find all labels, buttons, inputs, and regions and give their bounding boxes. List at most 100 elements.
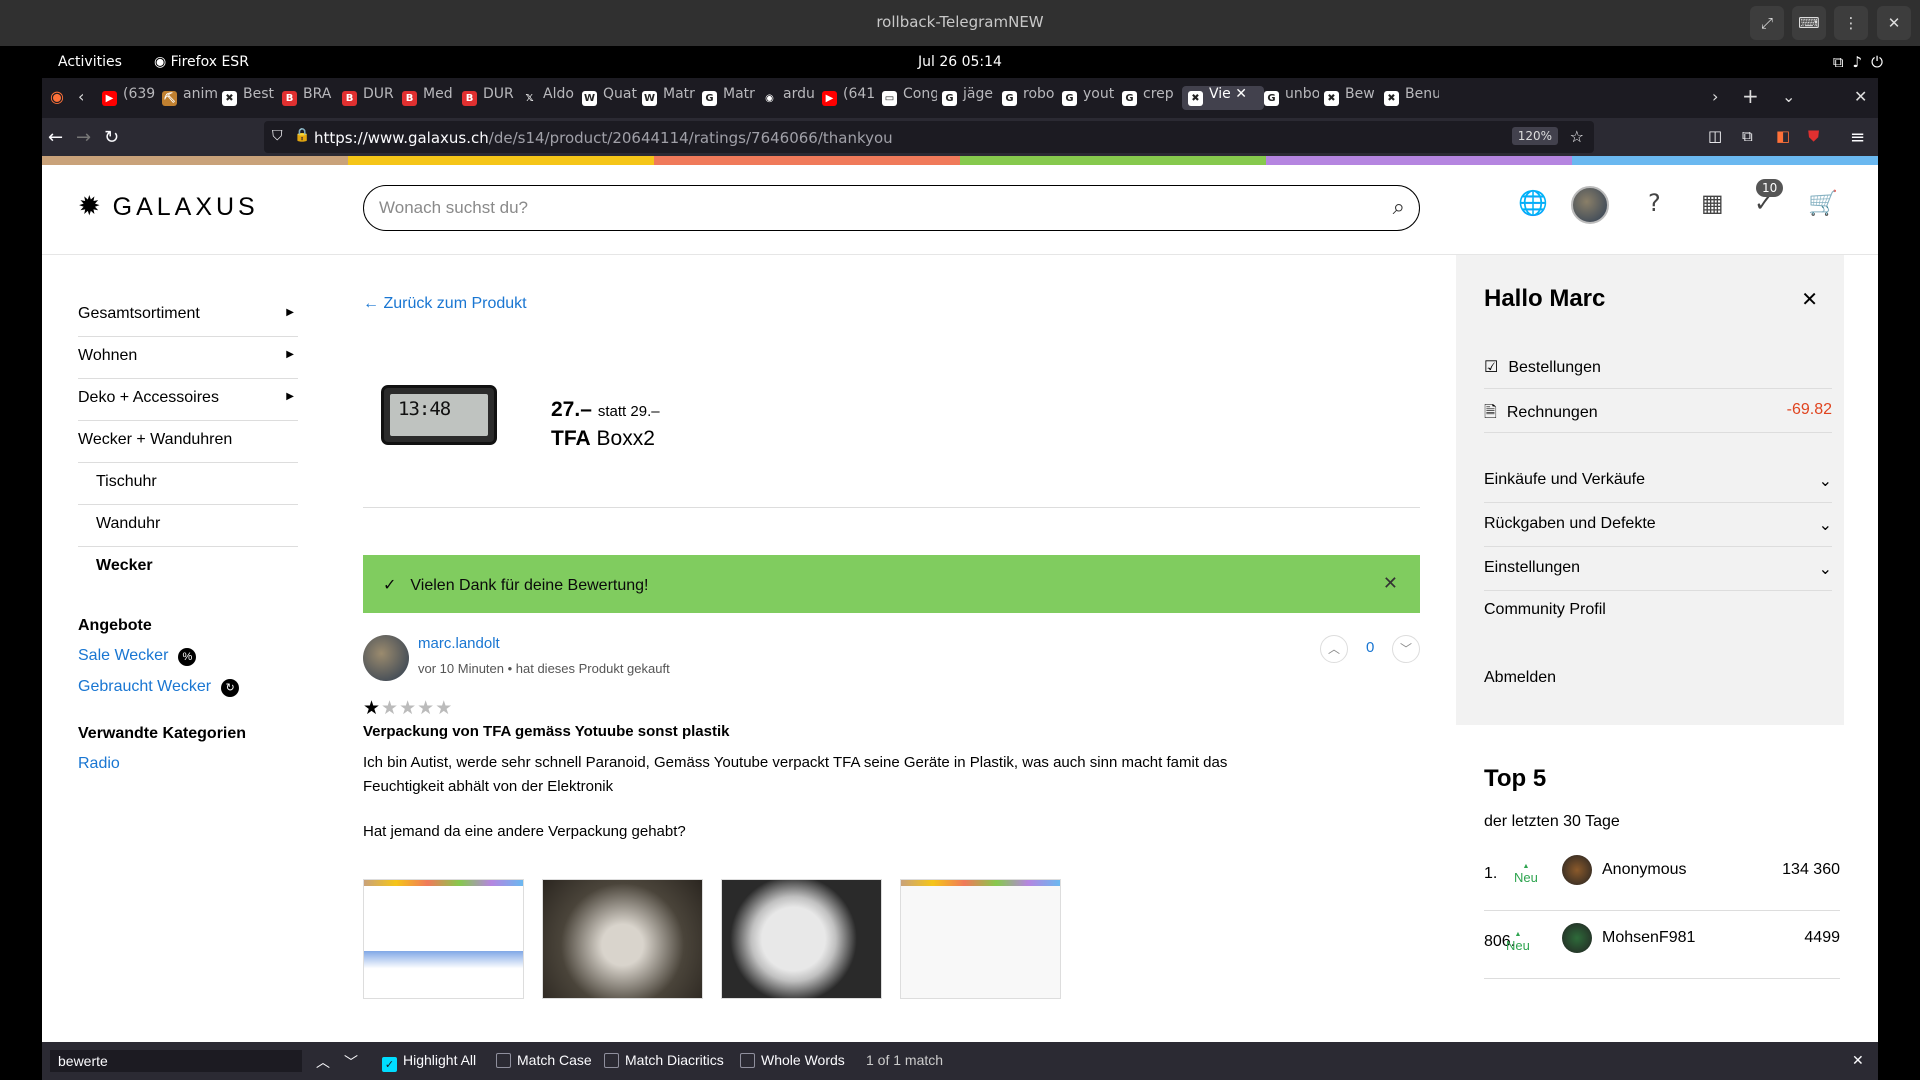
search-input[interactable]: Wonach suchst du? ⌕ bbox=[363, 185, 1420, 231]
tab-20[interactable]: ✖ Bew bbox=[1324, 86, 1379, 110]
tab-17[interactable]: Gcrep bbox=[1122, 86, 1177, 110]
product-image[interactable]: 13:48 bbox=[381, 385, 497, 445]
ublock-icon[interactable]: ⛊ bbox=[1808, 127, 1819, 145]
hamburger-menu-icon[interactable]: ≡ bbox=[1850, 127, 1865, 148]
sidebar-category[interactable]: Gesamtsortiment ▶ bbox=[78, 295, 298, 337]
review-image-3[interactable] bbox=[721, 879, 882, 999]
find-close-icon[interactable]: ✕ bbox=[1852, 1052, 1864, 1069]
zoom-level[interactable]: 120% bbox=[1511, 127, 1558, 145]
match-case-toggle[interactable]: Match Case bbox=[496, 1052, 592, 1068]
apps-grid-icon[interactable]: ▦ bbox=[1701, 189, 1724, 217]
downvote-icon[interactable]: ﹀ bbox=[1392, 635, 1420, 663]
url-bar[interactable]: ⛉ 🔒 https://www.galaxus.ch/de/s14/produc… bbox=[264, 121, 1594, 153]
offer-link-used[interactable]: Gebraucht Wecker ↻ bbox=[78, 678, 298, 697]
tab-0[interactable]: ▶ (639 bbox=[102, 86, 157, 110]
product-name[interactable]: TFA Boxx2 bbox=[551, 427, 655, 451]
search-icon[interactable]: ⌕ bbox=[1393, 194, 1405, 220]
offer-link-sale[interactable]: Sale Wecker% bbox=[78, 647, 298, 666]
banner-close-icon[interactable]: ✕ bbox=[1383, 573, 1398, 594]
tab-4[interactable]: B DUR bbox=[342, 86, 397, 110]
upvote-icon[interactable]: ︿ bbox=[1320, 635, 1348, 663]
new-tab-icon[interactable]: + bbox=[1742, 84, 1759, 108]
cart-icon[interactable]: 🛒 bbox=[1808, 189, 1838, 217]
tab-9[interactable]: W Matr bbox=[642, 86, 697, 110]
logout-link[interactable]: Abmelden bbox=[1484, 657, 1832, 701]
tab-5[interactable]: B Med bbox=[402, 86, 457, 110]
tab-21[interactable]: ✖ Benu bbox=[1384, 86, 1439, 110]
panel-section[interactable]: Rückgaben und Defekte ⌄ bbox=[1484, 503, 1832, 547]
forward-icon[interactable]: → bbox=[76, 127, 91, 148]
tab-scroll-left-icon[interactable]: ‹ bbox=[78, 87, 84, 106]
tab-18[interactable]: ✖ Vie ✕ bbox=[1182, 86, 1264, 110]
price-value: 27.– bbox=[551, 398, 592, 421]
fullscreen-icon[interactable]: ⤢ bbox=[1750, 6, 1784, 40]
tab-favicon-icon: B bbox=[462, 91, 477, 106]
tab-8[interactable]: W Quat bbox=[582, 86, 637, 110]
reload-icon[interactable]: ↻ bbox=[104, 127, 119, 148]
language-globe-icon[interactable]: 🌐 bbox=[1518, 189, 1548, 217]
pocket-icon[interactable]: ◫ bbox=[1708, 127, 1722, 145]
window-close-icon[interactable]: ✕ bbox=[1877, 6, 1911, 40]
sidebar-subcategory[interactable]: Wanduhr bbox=[78, 505, 298, 547]
keyboard-icon[interactable]: ⌨ bbox=[1792, 6, 1826, 40]
sidebar-category[interactable]: Wohnen ▶ bbox=[78, 337, 298, 379]
tab-16[interactable]: Gyout bbox=[1062, 86, 1117, 110]
firefox-view-icon[interactable]: ◉ bbox=[50, 87, 64, 106]
panel-section[interactable]: Einkäufe und Verkäufe ⌄ bbox=[1484, 459, 1832, 503]
reviewer-avatar[interactable] bbox=[363, 635, 409, 681]
list-tabs-icon[interactable]: ⌄ bbox=[1782, 87, 1795, 106]
community-profile-link[interactable]: Community Profil bbox=[1484, 589, 1832, 633]
system-tray[interactable]: ⧉♪⏻ bbox=[1833, 53, 1892, 71]
invoices-link[interactable]: 🗎 Rechnungen -69.82 bbox=[1484, 389, 1832, 433]
back-to-product-link[interactable]: ← Zurück zum Produkt bbox=[363, 295, 527, 313]
tab-2[interactable]: ✖ Best bbox=[222, 86, 277, 110]
tab-11[interactable]: ◉ ardu bbox=[762, 86, 817, 110]
tab-scroll-right-icon[interactable]: › bbox=[1712, 87, 1718, 106]
shield-icon[interactable]: ⛉ bbox=[272, 128, 283, 144]
whole-words-toggle[interactable]: Whole Words bbox=[740, 1052, 845, 1068]
review-image-4[interactable] bbox=[900, 879, 1061, 999]
url-text[interactable]: https://www.galaxus.ch/de/s14/product/20… bbox=[314, 129, 893, 147]
tab-6[interactable]: B DUR bbox=[462, 86, 517, 110]
tab-7[interactable]: 𝕏 Aldo bbox=[522, 86, 577, 110]
tab-14[interactable]: Gjäge bbox=[942, 86, 997, 110]
tab-1[interactable]: ⛏ anim bbox=[162, 86, 217, 110]
tab-favicon-icon: W bbox=[642, 91, 657, 106]
top5-row[interactable]: 1. ▲ Neu Anonymous 134 360 bbox=[1484, 845, 1840, 911]
review-image-2[interactable] bbox=[542, 879, 703, 999]
tab-13[interactable]: ▭ Cong bbox=[882, 86, 937, 110]
highlight-all-toggle[interactable]: ✓ Highlight All bbox=[382, 1052, 476, 1072]
back-icon[interactable]: ← bbox=[48, 127, 63, 148]
bookmark-star-icon[interactable]: ☆ bbox=[1570, 127, 1584, 146]
extensions-icon[interactable]: ⧉ bbox=[1742, 127, 1753, 145]
close-window-icon[interactable]: ✕ bbox=[1854, 87, 1867, 106]
tab-19[interactable]: Gunbo bbox=[1264, 86, 1319, 110]
review-image-1[interactable] bbox=[363, 879, 524, 999]
reviewer-name[interactable]: marc.landolt bbox=[418, 635, 500, 652]
find-previous-icon[interactable]: ︿ bbox=[316, 1052, 330, 1072]
sidebar-category[interactable]: Wecker + Wanduhren bbox=[78, 421, 298, 463]
find-next-icon[interactable]: ﹀ bbox=[344, 1052, 358, 1072]
tab-10[interactable]: G Matr bbox=[702, 86, 757, 110]
related-link-radio[interactable]: Radio bbox=[78, 755, 298, 773]
sidebar-category[interactable]: Deko + Accessoires ▶ bbox=[78, 379, 298, 421]
tab-15[interactable]: Grobo bbox=[1002, 86, 1057, 110]
lock-icon[interactable]: 🔒 bbox=[294, 128, 310, 143]
tab-3[interactable]: B BRA bbox=[282, 86, 337, 110]
top5-row[interactable]: 806. ▲ Neu MohsenF981 4499 bbox=[1484, 913, 1840, 979]
help-icon[interactable]: ? bbox=[1648, 189, 1661, 217]
extension-icon[interactable]: ◧ bbox=[1776, 127, 1790, 145]
sidebar-subcategory[interactable]: Wecker bbox=[78, 547, 298, 589]
clock[interactable]: Jul 26 05:14 bbox=[0, 54, 1920, 70]
galaxus-logo[interactable]: ✹ GALAXUS bbox=[78, 191, 259, 222]
panel-section[interactable]: Einstellungen ⌄ bbox=[1484, 547, 1832, 591]
find-input[interactable]: bewerte bbox=[50, 1050, 302, 1072]
panel-close-icon[interactable]: ✕ bbox=[1801, 287, 1818, 312]
sidebar-subcategory[interactable]: Tischuhr bbox=[78, 463, 298, 505]
window-menu-icon[interactable]: ⋮ bbox=[1834, 6, 1868, 40]
user-avatar[interactable] bbox=[1571, 186, 1609, 224]
orders-link[interactable]: ☑ Bestellungen bbox=[1484, 345, 1832, 389]
tab-close-icon[interactable]: ✕ bbox=[1231, 86, 1247, 102]
match-diacritics-toggle[interactable]: Match Diacritics bbox=[604, 1052, 724, 1068]
tab-12[interactable]: ▶ (641 bbox=[822, 86, 877, 110]
